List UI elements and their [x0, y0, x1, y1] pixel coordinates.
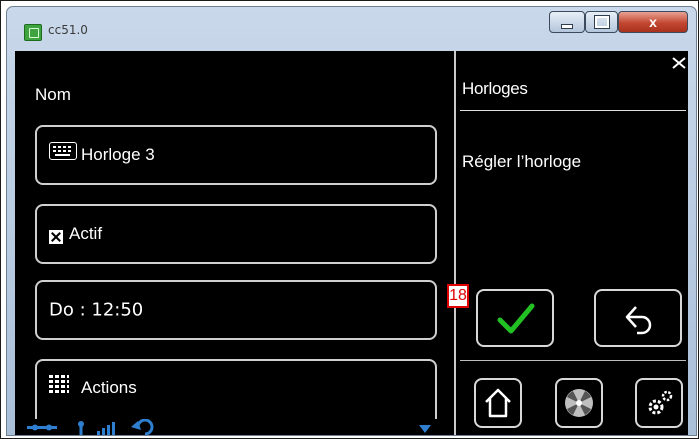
- actions-button[interactable]: Actions: [35, 359, 437, 419]
- title-bar[interactable]: cc51.0 x: [7, 7, 696, 51]
- actions-label: Actions: [81, 378, 137, 397]
- grid-icon: [49, 375, 69, 393]
- schedule-field[interactable]: Do : 12:50: [35, 280, 437, 340]
- minimize-button[interactable]: [549, 11, 585, 33]
- schedule-value: Do : 12:50: [49, 299, 144, 321]
- close-icon: x: [649, 14, 657, 30]
- clock-name-field[interactable]: Horloge 3: [35, 125, 437, 185]
- back-arrow-icon: [625, 306, 652, 335]
- help-panel: Horloges Régler l’horloge: [456, 51, 688, 435]
- clock-name-value: Horloge 3: [81, 145, 155, 164]
- gears-icon: [648, 390, 673, 415]
- home-icon: [485, 388, 511, 418]
- footer-separator: [460, 360, 686, 361]
- active-checkbox-field[interactable]: Actif: [35, 204, 437, 264]
- heading-separator: [460, 110, 686, 111]
- help-description: Régler l’horloge: [462, 152, 582, 171]
- help-heading: Horloges: [462, 79, 528, 98]
- app-icon: [24, 24, 42, 41]
- app-window: cc51.0 x Nom Horloge 3 Actif Do: 12:50 …: [6, 6, 697, 436]
- annotation-marker: 18: [447, 284, 469, 308]
- window-title: cc51.0: [48, 23, 88, 37]
- window-controls: x: [549, 11, 695, 37]
- fan-icon: [565, 389, 593, 417]
- screenshot-frame: cc51.0 x Nom Horloge 3 Actif Do: 12:50 …: [0, 0, 699, 439]
- fan-button[interactable]: [555, 378, 603, 428]
- minimize-icon: [561, 23, 573, 29]
- back-button[interactable]: [594, 289, 682, 347]
- sync-icon: [131, 419, 154, 435]
- scroll-down-icon[interactable]: [419, 425, 431, 433]
- checkmark-icon: [497, 303, 535, 334]
- close-x-icon[interactable]: [672, 57, 686, 69]
- clock-settings-panel: Nom Horloge 3 Actif Do : 12:50 Actions: [15, 51, 453, 435]
- name-label: Nom: [35, 85, 71, 104]
- maximize-icon: [593, 15, 610, 29]
- status-bar: [27, 419, 431, 435]
- settings-button[interactable]: [635, 378, 683, 428]
- keyboard-icon: [49, 142, 77, 160]
- confirm-button[interactable]: [476, 289, 554, 347]
- checkbox-checked-icon[interactable]: [49, 230, 63, 244]
- maximize-button[interactable]: [585, 11, 618, 33]
- device-screen: Nom Horloge 3 Actif Do : 12:50 Actions H…: [15, 51, 688, 435]
- antenna-icon: [78, 421, 84, 435]
- home-button[interactable]: [474, 378, 522, 428]
- close-window-button[interactable]: x: [618, 11, 688, 33]
- active-label: Actif: [69, 224, 103, 243]
- signal-strength-icon: [97, 422, 115, 435]
- link-icon: [27, 424, 57, 431]
